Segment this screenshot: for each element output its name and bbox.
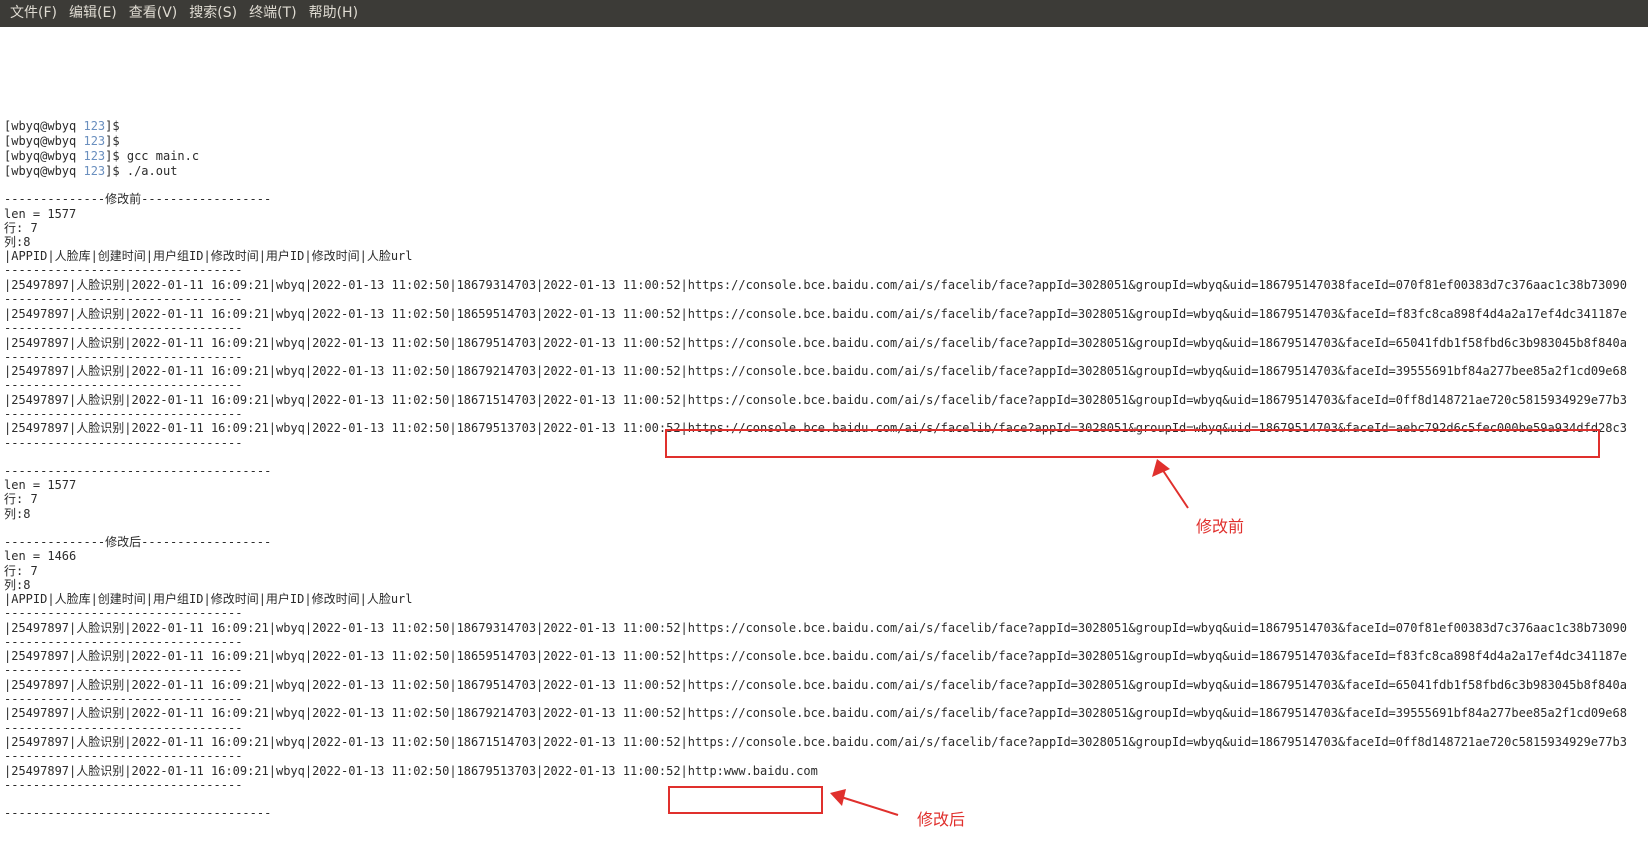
- record-row: |25497897|人脸识别|2022-01-11 16:09:21|wbyq|…: [4, 735, 1627, 749]
- after-len: len = 1466: [4, 549, 77, 563]
- separator: ---------------------------------: [4, 263, 243, 277]
- annotation-before-label: 修改前: [1196, 517, 1245, 536]
- prompt-line: [wbyq@wbyq 123]$ ./a.out: [4, 164, 177, 179]
- separator: ---------------------------------: [4, 292, 243, 306]
- before-header: --------------修改前------------------: [4, 192, 272, 206]
- prompt-end: ]$: [105, 119, 120, 133]
- record-row: |25497897|人脸识别|2022-01-11 16:09:21|wbyq|…: [4, 307, 1627, 321]
- menu-help[interactable]: 帮助(H): [303, 0, 364, 27]
- separator: ---------------------------------: [4, 749, 243, 763]
- mid-cols: 列:8: [4, 507, 31, 521]
- prompt-user: [wbyq@wbyq: [4, 119, 84, 133]
- before-cols: 列:8: [4, 235, 31, 249]
- separator: ---------------------------------: [4, 663, 243, 677]
- annotation-after-label: 修改后: [917, 810, 966, 829]
- record-row: |25497897|人脸识别|2022-01-11 16:09:21|wbyq|…: [4, 649, 1627, 663]
- record-row: |25497897|人脸识别|2022-01-11 16:09:21|wbyq|…: [4, 678, 1627, 692]
- after-rows: 行: 7: [4, 564, 38, 578]
- prompt-end: ]$: [105, 149, 120, 163]
- menu-bar: 文件(F) 编辑(E) 查看(V) 搜索(S) 终端(T) 帮助(H): [0, 0, 1648, 27]
- after-cols: 列:8: [4, 578, 31, 592]
- prompt-line: [wbyq@wbyq 123]$: [4, 119, 120, 134]
- separator: ---------------------------------: [4, 378, 243, 392]
- separator: ---------------------------------: [4, 778, 243, 792]
- prompt-user: [wbyq@wbyq: [4, 134, 84, 148]
- separator: -------------------------------------: [4, 464, 272, 478]
- command-text: ./a.out: [119, 164, 178, 178]
- record-row: |25497897|人脸识别|2022-01-11 16:09:21|wbyq|…: [4, 706, 1627, 720]
- separator: ---------------------------------: [4, 436, 243, 450]
- prompt-dir: 123: [83, 119, 106, 133]
- prompt-user: [wbyq@wbyq: [4, 149, 84, 163]
- table-header: |APPID|人脸库|创建时间|用户组ID|修改时间|用户ID|修改时间|人脸u…: [4, 592, 413, 606]
- record-row: |25497897|人脸识别|2022-01-11 16:09:21|wbyq|…: [4, 621, 1627, 635]
- before-len: len = 1577: [4, 207, 77, 221]
- menu-edit[interactable]: 编辑(E): [63, 0, 123, 27]
- highlight-box-after: [668, 786, 823, 814]
- prompt-user: [wbyq@wbyq: [4, 164, 84, 178]
- prompt-dir: 123: [83, 149, 106, 163]
- before-rows: 行: 7: [4, 221, 38, 235]
- command-text: gcc main.c: [119, 149, 200, 163]
- separator: ---------------------------------: [4, 606, 243, 620]
- prompt-line: [wbyq@wbyq 123]$ gcc main.c: [4, 149, 199, 164]
- prompt-dir: 123: [83, 164, 106, 178]
- separator: ---------------------------------: [4, 721, 243, 735]
- table-header: |APPID|人脸库|创建时间|用户组ID|修改时间|用户ID|修改时间|人脸u…: [4, 249, 413, 263]
- menu-view[interactable]: 查看(V): [123, 0, 184, 27]
- record-row: |25497897|人脸识别|2022-01-11 16:09:21|wbyq|…: [4, 364, 1627, 378]
- separator: ---------------------------------: [4, 692, 243, 706]
- record-row: |25497897|人脸识别|2022-01-11 16:09:21|wbyq|…: [4, 764, 818, 778]
- menu-terminal[interactable]: 终端(T): [243, 0, 302, 27]
- separator: ---------------------------------: [4, 350, 243, 364]
- separator: ---------------------------------: [4, 635, 243, 649]
- record-row: |25497897|人脸识别|2022-01-11 16:09:21|wbyq|…: [4, 278, 1627, 292]
- menu-file[interactable]: 文件(F): [4, 0, 63, 27]
- separator: -------------------------------------: [4, 806, 272, 820]
- separator: ---------------------------------: [4, 407, 243, 421]
- record-row: |25497897|人脸识别|2022-01-11 16:09:21|wbyq|…: [4, 393, 1627, 407]
- mid-len: len = 1577: [4, 478, 77, 492]
- prompt-line: [wbyq@wbyq 123]$: [4, 134, 120, 149]
- prompt-end: ]$: [105, 134, 120, 148]
- prompt-end: ]$: [105, 164, 120, 178]
- prompt-dir: 123: [83, 134, 106, 148]
- highlight-box-before: [665, 429, 1600, 458]
- mid-rows: 行: 7: [4, 492, 38, 506]
- menu-search[interactable]: 搜索(S): [183, 0, 243, 27]
- separator: ---------------------------------: [4, 321, 243, 335]
- after-header: --------------修改后------------------: [4, 535, 272, 549]
- record-row: |25497897|人脸识别|2022-01-11 16:09:21|wbyq|…: [4, 336, 1627, 350]
